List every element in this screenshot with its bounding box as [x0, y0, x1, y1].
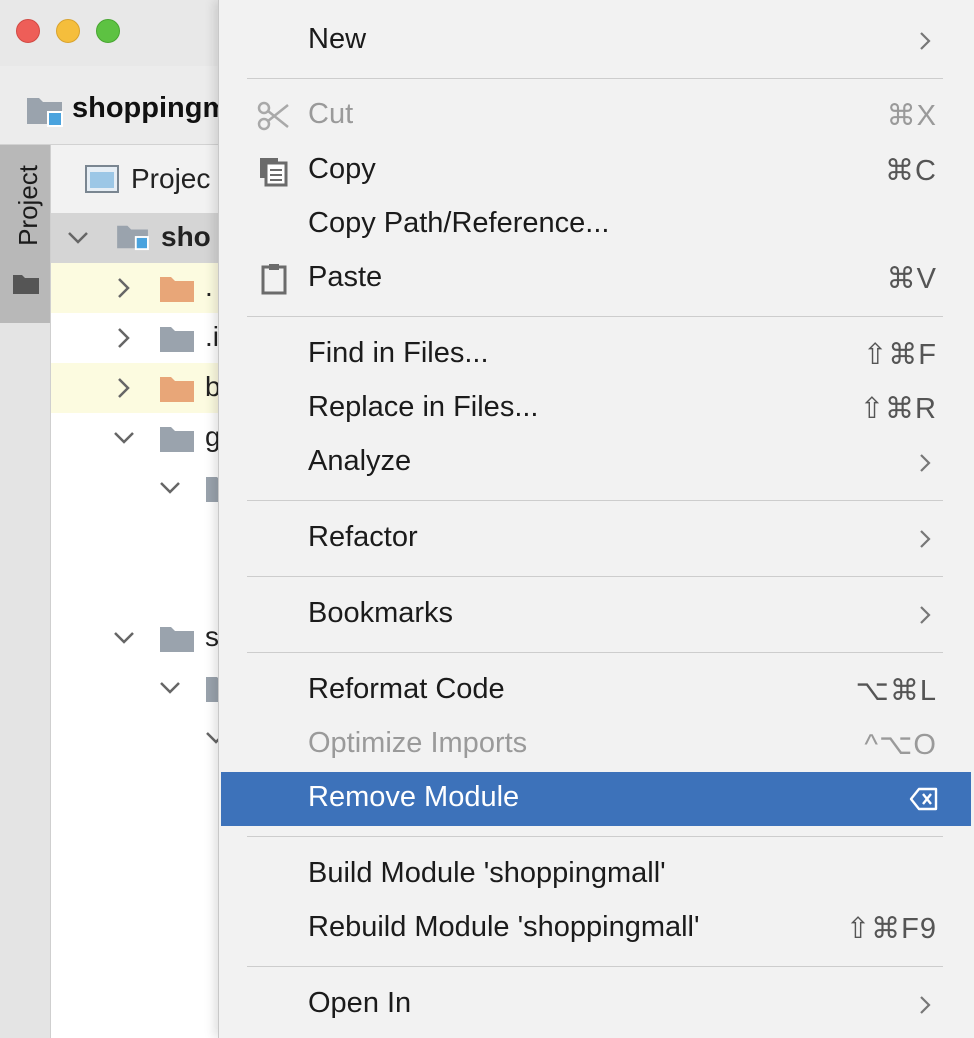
close-window-button[interactable] — [16, 19, 40, 43]
menu-item-replace-in-files[interactable]: Replace in Files... ⇧⌘R — [221, 382, 971, 436]
menu-item-label: Bookmarks — [308, 597, 454, 629]
chevron-down-icon[interactable] — [157, 675, 183, 701]
zoom-window-button[interactable] — [96, 19, 120, 43]
folder-icon — [13, 275, 39, 294]
scissors-icon — [257, 101, 289, 131]
chevron-right-icon — [920, 996, 931, 1014]
menu-item-refactor[interactable]: Refactor — [221, 512, 971, 566]
menu-item-label: New — [308, 23, 367, 55]
menu-item-shortcut: ⇧⌘F9 — [845, 913, 937, 945]
menu-item-label: Analyze — [308, 445, 412, 477]
menu-item-shortcut: ⌘X — [886, 100, 937, 132]
left-tool-strip: Project — [0, 145, 51, 1038]
menu-item-label: Refactor — [308, 521, 418, 553]
tree-item-label: s — [205, 621, 219, 652]
folder-icon — [160, 427, 194, 452]
menu-item-label: Paste — [308, 261, 383, 293]
menu-item-label: Reformat Code — [308, 673, 505, 705]
menu-item-bookmarks[interactable]: Bookmarks — [221, 588, 971, 642]
menu-item-label: Open In — [308, 987, 412, 1019]
menu-separator — [247, 500, 943, 501]
chevron-right-icon[interactable] — [111, 325, 137, 351]
menu-separator — [247, 78, 943, 79]
chevron-down-icon[interactable] — [65, 225, 91, 251]
project-view-icon — [85, 165, 119, 193]
menu-item-optimize-imports[interactable]: Optimize Imports ^⌥O — [221, 718, 971, 772]
folder-icon — [160, 627, 194, 652]
menu-item-rebuild-module[interactable]: Rebuild Module 'shoppingmall' ⇧⌘F9 — [221, 902, 971, 956]
tree-item-label: . — [205, 271, 213, 302]
clipboard-icon — [261, 264, 287, 295]
context-menu: New Cut ⌘X Copy ⌘C Copy Path/Reference..… — [218, 0, 974, 1038]
menu-item-shortcut: ⇧⌘F — [862, 339, 937, 371]
chevron-down-icon[interactable] — [157, 475, 183, 501]
minimize-window-button[interactable] — [56, 19, 80, 43]
chevron-right-icon — [920, 454, 931, 472]
menu-item-cut[interactable]: Cut ⌘X — [221, 89, 971, 143]
chevron-down-icon[interactable] — [111, 625, 137, 651]
menu-item-shortcut: ⌘V — [886, 263, 937, 295]
project-tool-window-button[interactable]: Project — [0, 145, 50, 323]
menu-item-open-in[interactable]: Open In — [221, 978, 971, 1032]
menu-item-shortcut: ^⌥O — [864, 729, 937, 761]
menu-item-find-in-files[interactable]: Find in Files... ⇧⌘F — [221, 328, 971, 382]
folder-icon — [160, 327, 194, 352]
chevron-down-icon[interactable] — [111, 425, 137, 451]
menu-item-label: Copy Path/Reference... — [308, 207, 610, 239]
menu-item-label: Replace in Files... — [308, 391, 539, 423]
menu-item-label: Find in Files... — [308, 337, 489, 369]
menu-item-reformat-code[interactable]: Reformat Code ⌥⌘L — [221, 664, 971, 718]
menu-separator — [247, 836, 943, 837]
menu-separator — [247, 576, 943, 577]
menu-item-new[interactable]: New — [221, 14, 971, 68]
chevron-right-icon — [920, 530, 931, 548]
module-folder-icon — [27, 98, 63, 127]
menu-item-label: Cut — [308, 98, 354, 130]
excluded-folder-icon — [160, 377, 194, 402]
project-panel-title[interactable]: Projec — [131, 163, 210, 195]
menu-item-copy-path[interactable]: Copy Path/Reference... — [221, 198, 971, 252]
menu-item-label: Remove Module — [308, 781, 520, 813]
menu-item-analyze[interactable]: Analyze — [221, 436, 971, 490]
menu-item-label: Copy — [308, 153, 376, 185]
module-folder-icon — [117, 225, 149, 251]
chevron-right-icon[interactable] — [111, 375, 137, 401]
excluded-folder-icon — [160, 277, 194, 302]
menu-separator — [247, 966, 943, 967]
menu-separator — [247, 316, 943, 317]
tree-item-label: .i — [205, 321, 219, 352]
menu-item-shortcut: ⌘C — [885, 155, 937, 187]
menu-item-shortcut: ⌥⌘L — [855, 675, 937, 707]
project-breadcrumb[interactable]: shoppingm — [72, 92, 228, 125]
menu-separator — [247, 652, 943, 653]
delete-key-icon — [909, 787, 938, 811]
project-tool-label: Project — [13, 165, 43, 246]
chevron-right-icon — [920, 32, 931, 50]
menu-item-shortcut: ⇧⌘R — [859, 393, 937, 425]
copy-icon — [260, 158, 288, 187]
menu-item-paste[interactable]: Paste ⌘V — [221, 252, 971, 306]
menu-item-label: Rebuild Module 'shoppingmall' — [308, 911, 700, 943]
chevron-right-icon[interactable] — [111, 275, 137, 301]
menu-item-label: Optimize Imports — [308, 727, 528, 759]
menu-item-remove-module[interactable]: Remove Module — [221, 772, 971, 826]
menu-item-copy[interactable]: Copy ⌘C — [221, 144, 971, 198]
tree-item-label: sho — [161, 221, 211, 252]
menu-item-label: Build Module 'shoppingmall' — [308, 857, 666, 889]
chevron-right-icon — [920, 606, 931, 624]
menu-item-build-module[interactable]: Build Module 'shoppingmall' — [221, 848, 971, 902]
